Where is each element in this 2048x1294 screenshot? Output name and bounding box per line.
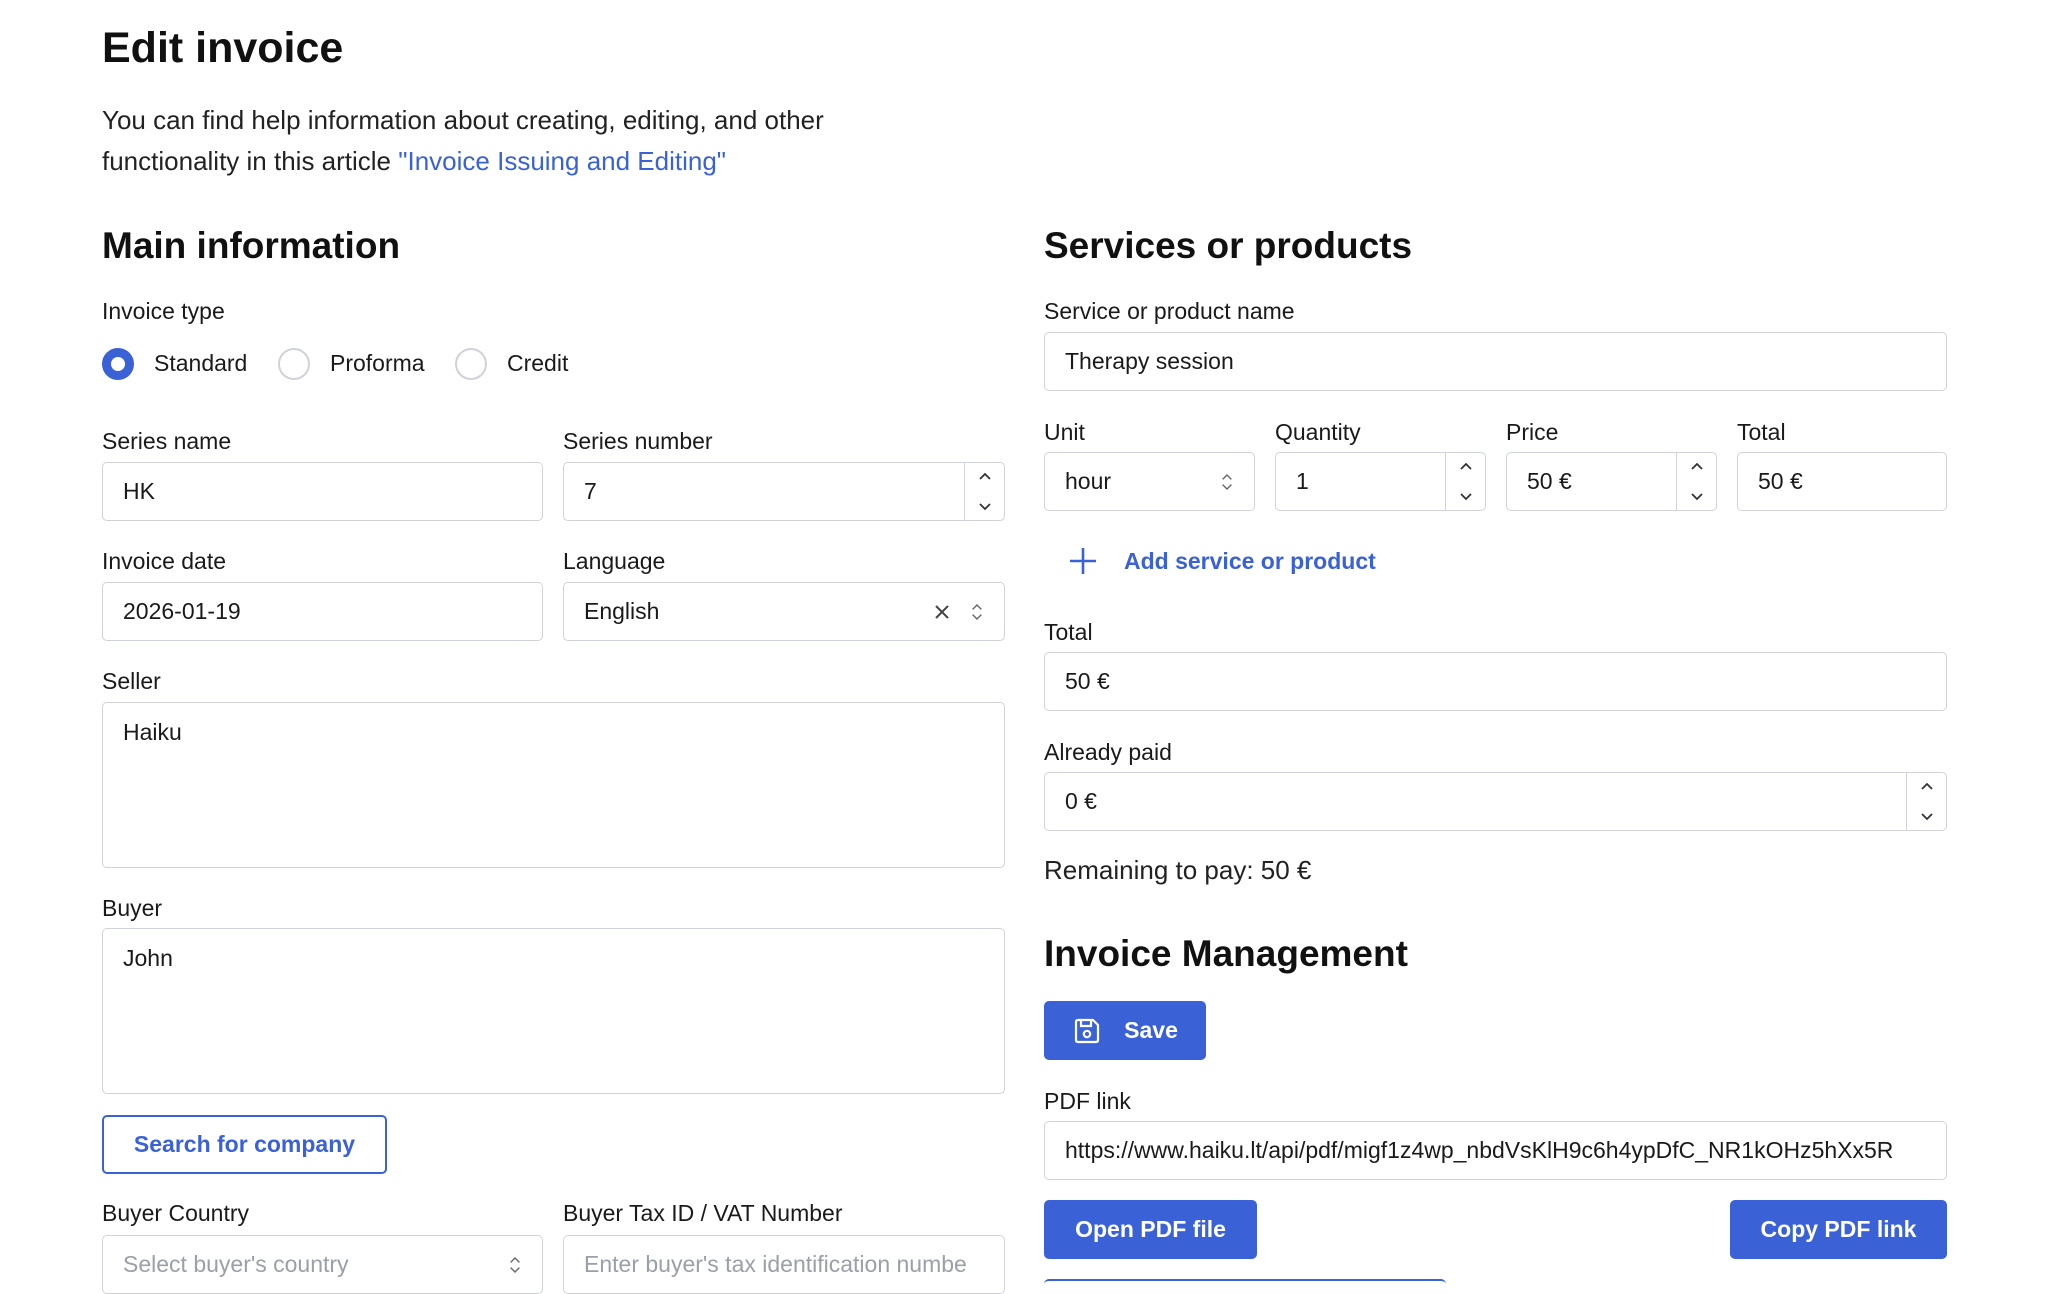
total-input[interactable]: 50 € [1044,652,1947,711]
clear-icon[interactable] [932,602,952,622]
series-number-label: Series number [563,428,713,454]
series-name-input[interactable]: HK [102,462,543,521]
chevron-up-icon[interactable] [1677,453,1716,482]
unit-label: Unit [1044,419,1085,445]
plus-icon [1070,548,1096,574]
service-name-input[interactable]: Therapy session [1044,332,1947,391]
chevron-down-icon[interactable] [1907,802,1946,831]
already-paid-value: 0 € [1065,788,1097,814]
total-value: 50 € [1065,668,1110,694]
copy-pdf-button[interactable]: Copy PDF link [1730,1200,1947,1259]
buyer-textarea[interactable]: John [102,928,1005,1094]
service-name-label: Service or product name [1044,298,1295,324]
select-arrows-icon[interactable] [508,1254,522,1276]
save-icon [1075,1018,1100,1043]
invoice-type-label: Invoice type [102,298,225,324]
price-spin[interactable] [1676,453,1716,510]
quantity-stepper[interactable]: 1 [1275,452,1486,511]
price-label: Price [1506,419,1559,445]
open-pdf-button[interactable]: Open PDF file [1044,1200,1257,1259]
series-number-input[interactable]: 7 [563,462,1005,521]
help-text-line1: You can find help information about crea… [102,105,824,135]
buyer-country-label: Buyer Country [102,1200,250,1226]
chevron-down-icon[interactable] [965,492,1004,521]
save-button-label: Save [1124,1017,1178,1043]
pdf-link-label: PDF link [1044,1088,1131,1114]
series-name-value: HK [123,478,155,504]
quantity-label: Quantity [1275,419,1361,445]
radio-proforma[interactable] [278,348,310,380]
add-service-button[interactable]: Add service or product [1068,543,1376,579]
language-value: English [584,598,660,624]
chevron-down-icon[interactable] [1677,482,1716,511]
radio-standard[interactable] [102,348,134,380]
seller-label: Seller [102,668,161,694]
seller-value: Haiku [123,719,182,745]
total-label: Total [1044,619,1093,645]
series-number-stepper[interactable] [964,463,1004,520]
radio-credit-label[interactable]: Credit [507,350,568,377]
buyer-label: Buyer [102,895,163,921]
buyer-tax-label: Buyer Tax ID / VAT Number [563,1200,843,1226]
radio-standard-label[interactable]: Standard [154,350,247,377]
pdf-link-value: https://www.haiku.lt/api/pdf/migf1z4wp_n… [1065,1137,1894,1163]
add-service-label: Add service or product [1124,547,1376,574]
next-button-edge[interactable] [1044,1279,1446,1285]
services-heading: Services or products [1044,225,1413,266]
invoice-date-label: Invoice date [102,548,227,574]
help-text-line2: functionality in this article [102,146,392,176]
remaining-to-pay: Remaining to pay: 50 € [1044,855,1312,885]
line-total-input[interactable]: 50 € [1737,452,1947,511]
invoice-management-heading: Invoice Management [1044,933,1408,974]
radio-credit[interactable] [455,348,487,380]
language-select[interactable]: English [563,582,1005,641]
main-information-heading: Main information [102,225,401,266]
chevron-up-icon[interactable] [965,463,1004,492]
series-name-label: Series name [102,428,232,454]
already-paid-stepper[interactable]: 0 € [1044,772,1947,831]
unit-select[interactable]: hour [1044,452,1255,511]
chevron-up-icon[interactable] [1907,773,1946,802]
invoice-date-value: 2026-01-19 [123,598,241,624]
quantity-value: 1 [1296,468,1309,494]
chevron-down-icon[interactable] [1446,482,1485,511]
price-value: 50 € [1527,468,1572,494]
invoice-date-input[interactable]: 2026-01-19 [102,582,543,641]
select-arrows-icon[interactable] [1220,471,1234,493]
line-total-value: 50 € [1758,468,1803,494]
unit-value: hour [1065,468,1112,494]
price-stepper[interactable]: 50 € [1506,452,1717,511]
search-company-button[interactable]: Search for company [102,1115,387,1174]
buyer-value: John [123,945,173,971]
line-total-label: Total [1737,419,1786,445]
quantity-spin[interactable] [1445,453,1485,510]
help-article-link[interactable]: "Invoice Issuing and Editing" [398,146,726,176]
chevron-up-icon[interactable] [1446,453,1485,482]
seller-textarea[interactable]: Haiku [102,702,1005,868]
pdf-link-input[interactable]: https://www.haiku.lt/api/pdf/migf1z4wp_n… [1044,1121,1947,1180]
select-arrows-icon[interactable] [970,601,984,623]
language-label: Language [563,548,666,574]
radio-proforma-label[interactable]: Proforma [330,350,425,377]
help-text: You can find help information about crea… [102,100,1002,182]
service-name-value: Therapy session [1065,348,1234,374]
already-paid-spin[interactable] [1906,773,1946,830]
already-paid-label: Already paid [1044,739,1172,765]
series-number-value: 7 [584,478,597,504]
save-button[interactable]: Save [1044,1001,1206,1060]
page-title: Edit invoice [102,24,344,72]
